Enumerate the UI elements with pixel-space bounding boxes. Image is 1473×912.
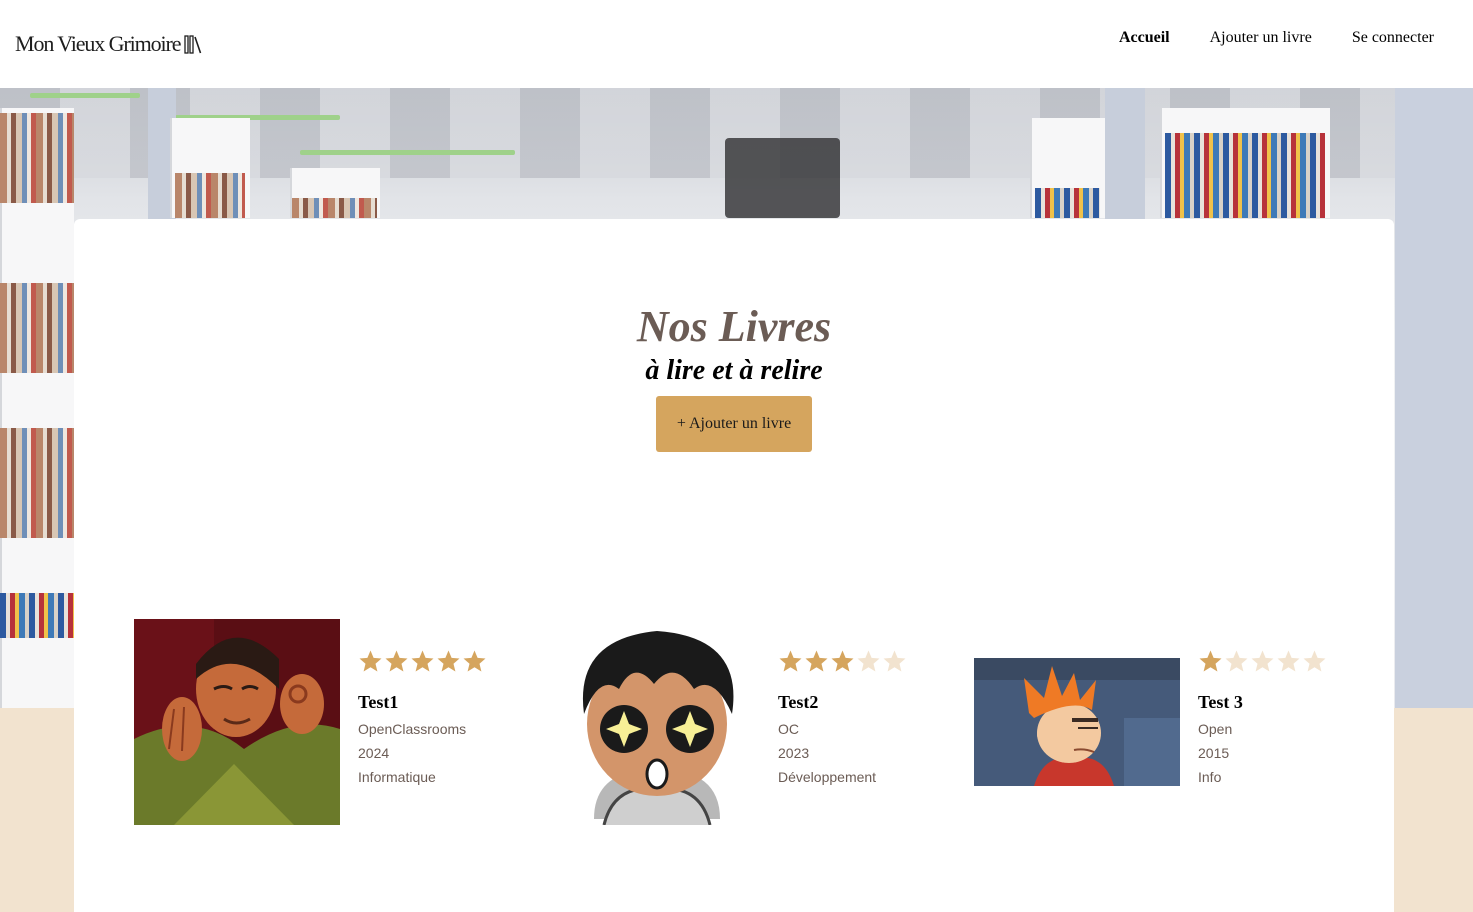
main-card: Nos Livres à lire et à relire + Ajouter … bbox=[74, 219, 1394, 912]
book-title: Test2 bbox=[778, 692, 819, 712]
books-logo-icon bbox=[184, 35, 202, 54]
book-info: Test 3 Open 2015 Info bbox=[1198, 649, 1378, 789]
nav-link-se-connecter[interactable]: Se connecter bbox=[1352, 29, 1434, 47]
cartoon-starry-eyes-image bbox=[554, 619, 760, 825]
main-nav: Accueil Ajouter un livre Se connecter bbox=[1119, 29, 1434, 47]
book-card[interactable]: Test1 OpenClassrooms 2024 Informatique bbox=[134, 619, 534, 829]
star-filled-icon bbox=[831, 650, 854, 672]
book-year: 2024 bbox=[358, 745, 390, 761]
star-empty-icon bbox=[883, 650, 906, 672]
book-card[interactable]: Test 3 Open 2015 Info bbox=[974, 619, 1374, 829]
star-empty-icon bbox=[1277, 650, 1300, 672]
rating-stars bbox=[1198, 649, 1378, 675]
page-subtitle: à lire et à relire bbox=[645, 355, 823, 386]
site-logo[interactable]: Mon Vieux Grimoire bbox=[15, 31, 202, 57]
book-author: Open bbox=[1198, 721, 1233, 737]
book-year: 2015 bbox=[1198, 745, 1230, 761]
book-title: Test1 bbox=[358, 692, 399, 712]
star-empty-icon bbox=[1225, 650, 1248, 672]
book-info: Test1 OpenClassrooms 2024 Informatique bbox=[358, 649, 538, 789]
star-filled-icon bbox=[359, 650, 382, 672]
nav-link-ajouter-livre[interactable]: Ajouter un livre bbox=[1210, 29, 1312, 47]
star-filled-icon bbox=[805, 650, 828, 672]
book-info: Test2 OC 2023 Développement bbox=[778, 649, 958, 789]
nav-link-accueil[interactable]: Accueil bbox=[1119, 29, 1170, 47]
star-filled-icon bbox=[779, 650, 802, 672]
book-year: 2023 bbox=[778, 745, 810, 761]
page-title: Nos Livres bbox=[636, 302, 832, 351]
star-filled-icon bbox=[1199, 650, 1222, 672]
meme-fry-squinting-image bbox=[974, 658, 1180, 786]
book-genre: Développement bbox=[778, 769, 877, 785]
star-filled-icon bbox=[411, 650, 434, 672]
star-empty-icon bbox=[857, 650, 880, 672]
book-genre: Info bbox=[1198, 769, 1222, 785]
meme-kronk-ok-hand-image bbox=[134, 619, 340, 825]
book-author: OC bbox=[778, 721, 799, 737]
star-filled-icon bbox=[437, 650, 460, 672]
star-filled-icon bbox=[463, 650, 486, 672]
book-title: Test 3 bbox=[1198, 692, 1243, 712]
star-empty-icon bbox=[1303, 650, 1326, 672]
star-empty-icon bbox=[1251, 650, 1274, 672]
book-card[interactable]: Test2 OC 2023 Développement bbox=[554, 619, 954, 829]
add-book-button[interactable]: + Ajouter un livre bbox=[656, 396, 812, 452]
site-header: Mon Vieux Grimoire Accueil Ajouter un li… bbox=[0, 0, 1473, 88]
rating-stars bbox=[358, 649, 538, 675]
rating-stars bbox=[778, 649, 958, 675]
book-genre: Informatique bbox=[358, 769, 436, 785]
book-author: OpenClassrooms bbox=[358, 721, 467, 737]
star-filled-icon bbox=[385, 650, 408, 672]
logo-text: Mon Vieux Grimoire bbox=[15, 31, 182, 56]
